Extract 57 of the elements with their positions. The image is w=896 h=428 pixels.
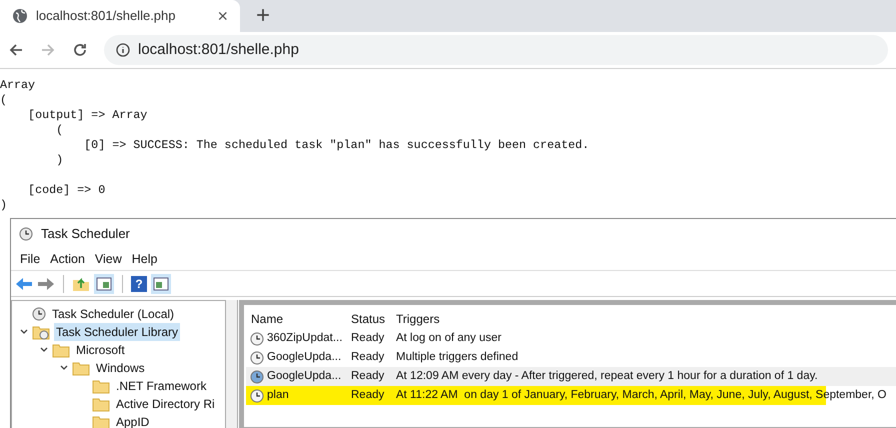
tree-item[interactable]: Windows <box>94 359 147 377</box>
tree-item[interactable]: Task Scheduler Library <box>54 323 180 341</box>
task-clock-icon <box>250 388 264 402</box>
menu-item[interactable]: File <box>15 250 46 269</box>
task-triggers: At 12:09 AM every day - After triggered, repeat every 1 hour for a duration of 1 day. <box>395 368 819 384</box>
task-triggers: At log on of any user <box>395 330 502 346</box>
task-clock-icon <box>250 332 264 346</box>
folder-icon <box>92 396 110 412</box>
folder-icon <box>32 324 50 340</box>
task-row[interactable]: GoogleUpda... Ready At 12:09 AM every day - After triggered, repeat every 1 hour for a duration of 1 day. <box>246 367 896 386</box>
menu-item[interactable]: View <box>90 250 127 269</box>
menu-item[interactable]: Action <box>45 250 90 269</box>
globe-icon <box>12 8 28 24</box>
forward-arrow-icon[interactable] <box>37 276 55 290</box>
folder-up-icon[interactable] <box>72 276 90 292</box>
address-bar[interactable]: localhost:801/shelle.php <box>104 35 888 65</box>
pane-icon[interactable] <box>94 274 114 294</box>
window-title: Task Scheduler <box>41 225 130 244</box>
column-header[interactable]: Triggers <box>391 310 445 328</box>
task-clock-icon <box>250 370 264 384</box>
task-name: GoogleUpda... <box>267 368 342 384</box>
back-icon[interactable] <box>8 42 24 58</box>
menu-item[interactable]: Help <box>126 250 162 269</box>
tree-item[interactable]: Microsoft <box>74 341 127 359</box>
task-name: 360ZipUpdat... <box>267 330 342 346</box>
new-tab-button[interactable]: + <box>256 4 270 28</box>
tree-item[interactable]: Active Directory Ri <box>114 395 217 413</box>
task-row[interactable]: GoogleUpda... Ready Multiple triggers defined <box>246 348 896 367</box>
php-output-text: Array ( [output] => Array ( [0] => SUCCESS: The scheduled task "plan" has successfully been created. ) [code] => 0 ) <box>0 77 590 213</box>
info-icon <box>116 43 130 57</box>
reload-icon[interactable] <box>72 42 88 58</box>
task-status: Ready <box>350 330 386 346</box>
browser-tab[interactable]: localhost:801/shelle.php × <box>0 0 240 32</box>
back-arrow-icon[interactable] <box>15 276 33 290</box>
url-text: localhost:801/shelle.php <box>138 40 299 60</box>
task-name: plan <box>267 388 289 403</box>
task-triggers: Multiple triggers defined <box>395 350 520 365</box>
task-clock-icon <box>250 350 264 364</box>
folder-icon <box>92 414 110 428</box>
task-status: Ready <box>350 388 386 403</box>
folder-icon <box>92 378 110 394</box>
folder-icon <box>72 360 90 376</box>
tree-item[interactable]: .NET Framework <box>114 377 208 395</box>
column-header[interactable]: Status <box>346 310 391 328</box>
pane-icon[interactable] <box>151 274 171 294</box>
close-tab-button[interactable]: × <box>217 2 228 30</box>
task-status: Ready <box>350 350 386 365</box>
tab-title: localhost:801/shelle.php <box>36 7 176 26</box>
scrollbar[interactable] <box>226 300 238 428</box>
help-button[interactable]: ? <box>131 276 147 292</box>
task-status: Ready <box>350 368 386 384</box>
column-header[interactable]: Name <box>246 310 346 328</box>
clock-icon <box>32 307 46 321</box>
task-row[interactable]: 360ZipUpdat... Ready At log on of any user <box>246 329 896 348</box>
app-clock-icon <box>19 227 33 241</box>
tree-item[interactable]: Task Scheduler (Local) <box>50 305 176 323</box>
task-name: GoogleUpda... <box>267 350 342 365</box>
